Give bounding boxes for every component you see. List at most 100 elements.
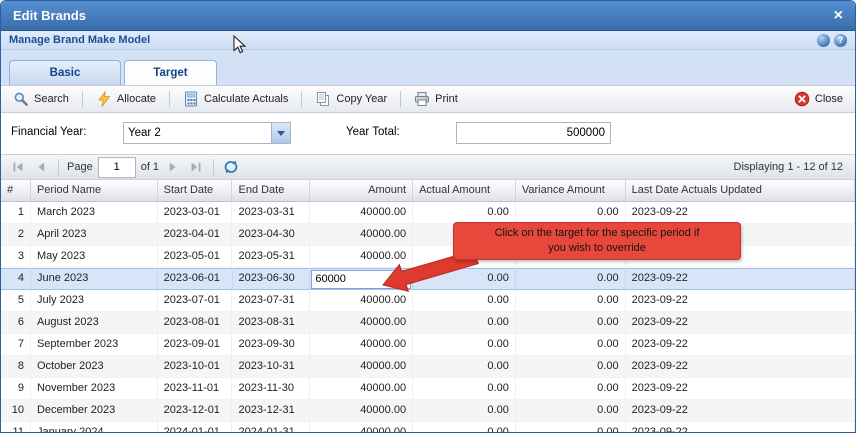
grid-cell[interactable]: 2023-03-01 [158,202,233,224]
grid-cell[interactable]: 2023-10-01 [158,356,233,378]
grid-cell[interactable]: 2023-09-22 [626,334,855,356]
grid-cell[interactable]: December 2023 [31,400,158,422]
table-row[interactable]: 5July 20232023-07-012023-07-3140000.000.… [1,290,855,312]
grid-cell[interactable]: 7 [1,334,31,356]
grid-cell[interactable]: 40000.00 [310,378,413,400]
grid-cell[interactable]: August 2023 [31,312,158,334]
year-total-input[interactable] [456,122,611,144]
grid-cell[interactable]: 2023-05-01 [158,246,233,268]
column-header[interactable]: Last Date Actuals Updated [626,180,855,201]
table-row[interactable]: 6August 20232023-08-012023-08-3140000.00… [1,312,855,334]
settings-icon[interactable] [817,34,830,47]
table-row[interactable]: 1March 20232023-03-012023-03-3140000.000… [1,202,855,224]
table-row[interactable]: 7September 20232023-09-012023-09-3040000… [1,334,855,356]
grid-cell[interactable]: 2023-09-22 [626,422,855,432]
prev-page-button[interactable] [32,158,50,176]
grid-cell[interactable]: 2023-11-01 [158,378,233,400]
print-button[interactable]: Print [408,89,464,109]
column-header[interactable]: Variance Amount [516,180,626,201]
grid-cell[interactable]: 0.00 [413,290,516,312]
grid-cell[interactable]: 40000.00 [310,400,413,422]
financial-year-combo[interactable] [123,122,291,144]
grid-cell[interactable]: 2023-08-01 [158,312,233,334]
grid-cell[interactable]: 9 [1,378,31,400]
grid-cell[interactable]: 2023-12-01 [158,400,233,422]
table-row[interactable]: 9November 20232023-11-012023-11-3040000.… [1,378,855,400]
grid-cell[interactable]: 0.00 [516,202,626,224]
page-number-input[interactable] [98,157,136,178]
grid-cell[interactable]: 2023-09-22 [626,312,855,334]
grid-cell[interactable]: 0.00 [413,356,516,378]
column-header[interactable]: Period Name [31,180,158,201]
grid-cell[interactable]: October 2023 [31,356,158,378]
grid-cell[interactable]: 0.00 [516,356,626,378]
grid-cell[interactable]: 2023-09-22 [626,290,855,312]
grid-cell[interactable]: 8 [1,356,31,378]
copy-year-button[interactable]: Copy Year [309,89,393,109]
grid-cell[interactable]: 2023-06-30 [233,268,311,290]
grid-cell[interactable]: 0.00 [516,268,626,290]
window-close-icon[interactable]: × [834,8,843,24]
grid-cell[interactable]: 2023-09-22 [626,202,855,224]
grid-cell[interactable]: 2023-09-01 [158,334,233,356]
grid-cell[interactable]: 40000.00 [310,356,413,378]
grid-cell[interactable]: 0.00 [413,378,516,400]
grid-cell[interactable]: 40000.00 [310,202,413,224]
grid-cell[interactable]: 0.00 [413,422,516,432]
grid-cell[interactable]: September 2023 [31,334,158,356]
grid-cell[interactable]: 2023-07-31 [232,290,310,312]
grid-cell[interactable]: 2023-09-22 [626,268,855,290]
grid-cell[interactable]: 2023-06-01 [158,268,233,290]
close-button[interactable]: Close [788,89,849,109]
last-page-button[interactable] [187,158,205,176]
grid-cell[interactable]: 2023-03-31 [232,202,310,224]
grid-cell[interactable]: May 2023 [31,246,158,268]
grid-cell[interactable]: July 2023 [31,290,158,312]
tab-basic[interactable]: Basic [9,60,121,85]
grid-cell[interactable]: 10 [1,400,31,422]
grid-cell[interactable]: 0.00 [413,202,516,224]
help-icon[interactable]: ? [834,34,847,47]
allocate-button[interactable]: Allocate [90,89,162,109]
grid-cell[interactable]: 1 [1,202,31,224]
refresh-button[interactable] [222,158,240,176]
grid-cell[interactable]: 2024-01-01 [158,422,233,432]
grid-cell[interactable]: 0.00 [516,290,626,312]
grid-cell[interactable]: 6 [1,312,31,334]
tab-target[interactable]: Target [124,60,217,85]
grid-cell[interactable]: 4 [1,268,31,290]
grid-cell[interactable]: 3 [1,246,31,268]
grid-cell[interactable]: 2023-10-31 [232,356,310,378]
grid-cell[interactable]: 0.00 [516,400,626,422]
table-row[interactable]: 8October 20232023-10-012023-10-3140000.0… [1,356,855,378]
column-header[interactable]: Amount [310,180,413,201]
grid-cell[interactable]: 2023-08-31 [232,312,310,334]
grid-cell[interactable]: 0.00 [516,378,626,400]
grid-cell[interactable]: 2023-09-22 [626,378,855,400]
column-header[interactable]: End Date [232,180,310,201]
grid-cell[interactable]: 2023-04-01 [158,224,233,246]
first-page-button[interactable] [9,158,27,176]
grid-cell[interactable]: 40000.00 [310,290,413,312]
grid-cell[interactable]: 40000.00 [310,422,413,432]
financial-year-input[interactable] [124,123,271,143]
calculate-actuals-button[interactable]: Calculate Actuals [177,89,294,109]
grid-cell[interactable]: April 2023 [31,224,158,246]
combo-trigger-button[interactable] [271,123,290,143]
grid-cell[interactable]: 2023-09-30 [232,334,310,356]
table-row[interactable]: 11January 20242024-01-012024-01-3140000.… [1,422,855,432]
grid-cell[interactable]: 11 [1,422,31,432]
grid-cell[interactable]: 2023-11-30 [232,378,310,400]
search-button[interactable]: Search [7,89,75,109]
grid-cell[interactable]: March 2023 [31,202,158,224]
grid-cell[interactable]: 0.00 [516,422,626,432]
grid-cell[interactable]: 5 [1,290,31,312]
grid-cell[interactable]: 0.00 [516,312,626,334]
column-header[interactable]: Actual Amount [413,180,516,201]
grid-cell[interactable]: 0.00 [413,312,516,334]
grid-cell[interactable]: 0.00 [413,400,516,422]
grid-cell[interactable]: 40000.00 [310,334,413,356]
grid-cell[interactable]: 2023-07-01 [158,290,233,312]
next-page-button[interactable] [164,158,182,176]
column-header[interactable]: Start Date [158,180,233,201]
